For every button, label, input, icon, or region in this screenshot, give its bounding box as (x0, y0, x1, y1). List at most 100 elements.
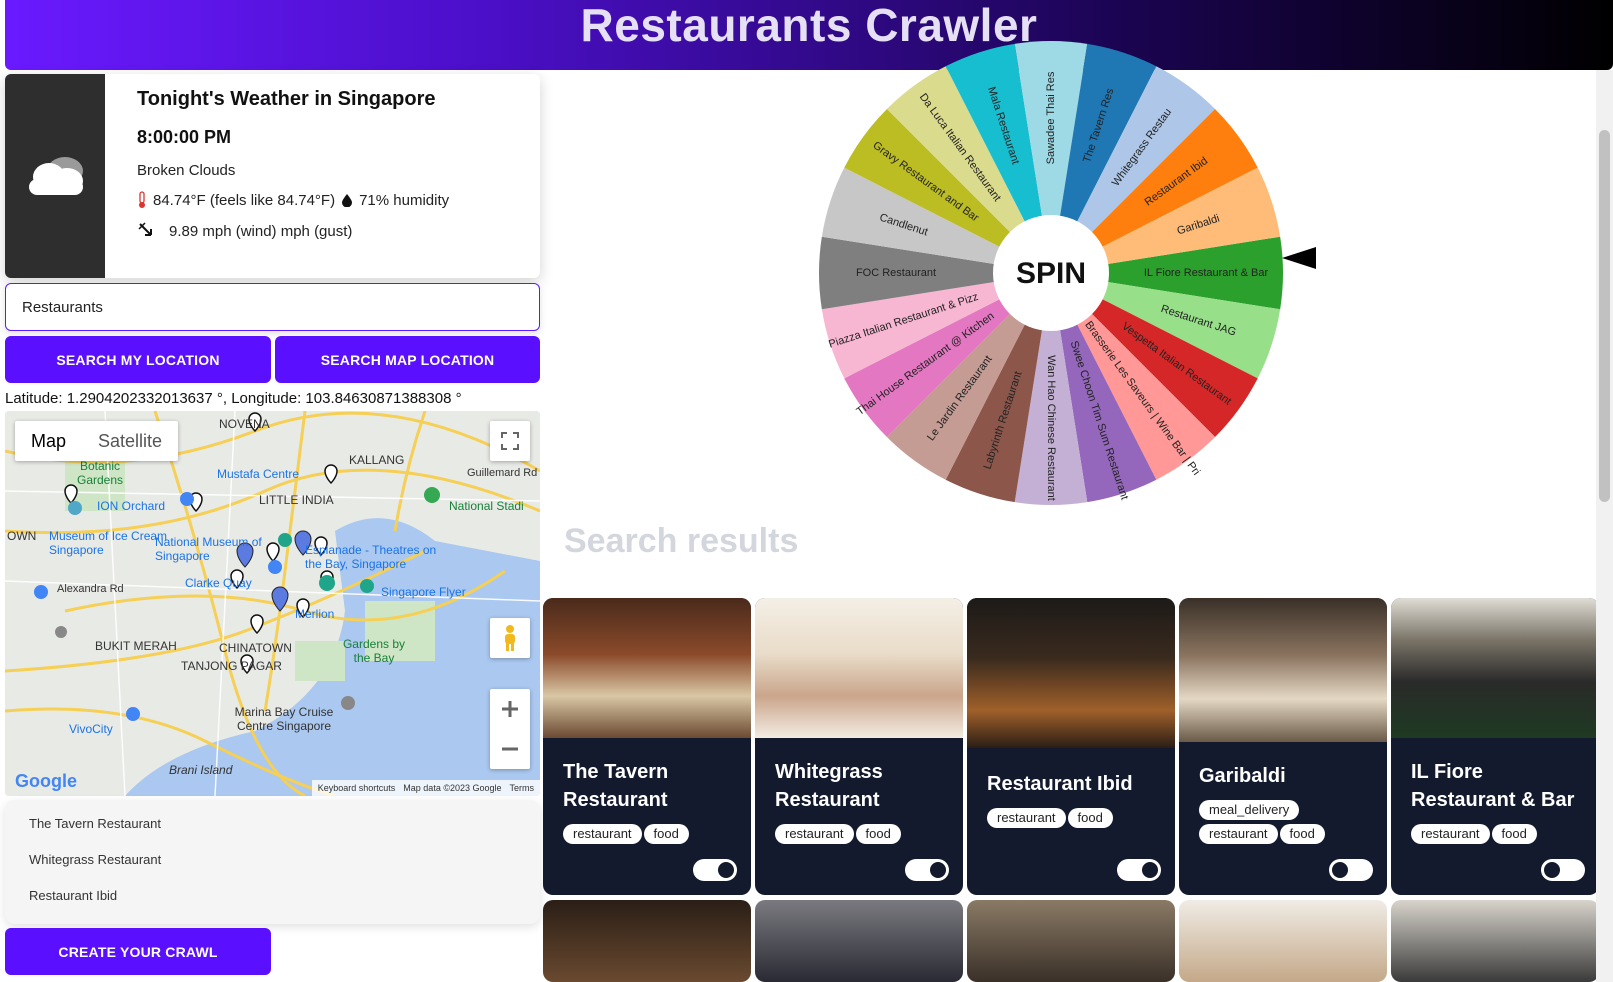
map-type-toggle: Map Satellite (15, 421, 179, 461)
restaurant-name: Restaurant Ibid (987, 773, 1133, 795)
tag-list: restaurant food (987, 808, 1167, 828)
search-input[interactable] (5, 283, 540, 331)
wheel-segment-label: IL Fiore Restaurant & Bar (1144, 267, 1269, 279)
map-label-marina: Marina Bay Cruise Centre Singapore (234, 705, 334, 733)
map-label-ion: ION Orchard (97, 499, 166, 513)
list-item[interactable]: Whitegrass Restaurant (5, 850, 540, 886)
wheel-segment-label: Sawadee Thai Res (1045, 71, 1057, 164)
map-label-guillemard: Guillemard Rd (467, 467, 538, 479)
result-card: The Tavern Restaurant restaurant food (543, 598, 751, 895)
zoom-out-button[interactable] (501, 729, 519, 769)
search-map-location-button[interactable]: SEARCH MAP LOCATION (275, 336, 540, 383)
map-label-national-stadium: National Stadi (449, 499, 524, 513)
map-label-merlion: Merlion (295, 607, 335, 621)
tag: restaurant (987, 808, 1066, 828)
wheel-pointer (1282, 247, 1316, 269)
weather-description: Broken Clouds (137, 162, 236, 179)
page-scrollbar[interactable] (1596, 70, 1613, 982)
street-view-button[interactable] (490, 618, 530, 658)
tag: meal_delivery (1199, 800, 1300, 820)
map-label-bukit-merah: BUKIT MERAH (95, 639, 177, 653)
spin-label[interactable]: SPIN (1016, 257, 1086, 290)
restaurant-name: Whitegrass Restaurant (775, 761, 883, 811)
map-label-tanjong: TANJONG PAGAR (181, 659, 282, 673)
restaurant-name: Garibaldi (1199, 765, 1286, 787)
tag: food (855, 824, 901, 844)
spin-wheel-graphic[interactable]: IL Fiore Restaurant & BarRestaurant JAGV… (818, 40, 1284, 506)
fullscreen-button[interactable] (490, 421, 530, 461)
map-label-esplanade: Esplanade - Theatres on the Bay, Singapo… (305, 543, 437, 571)
wheel-segment-label: FOC Restaurant (856, 267, 936, 279)
google-logo: Google (15, 771, 77, 791)
map-label-kallang: KALLANG (349, 453, 405, 467)
list-item[interactable]: The Tavern Restaurant (5, 814, 540, 850)
weather-icon-pane (5, 74, 105, 278)
temperature-text: 84.74°F (feels like 84.74°F) (153, 191, 336, 209)
weather-time: 8:00:00 PM (137, 127, 232, 147)
keyboard-shortcuts-link[interactable]: Keyboard shortcuts (318, 783, 396, 793)
map-type-satellite[interactable]: Satellite (82, 421, 178, 461)
zoom-in-button[interactable] (501, 689, 519, 729)
create-crawl-button[interactable]: CREATE YOUR CRAWL (5, 928, 271, 975)
restaurant-photo (967, 598, 1175, 748)
map-type-map[interactable]: Map (15, 421, 82, 461)
map-label-gardens-bay: Gardens by the Bay (342, 637, 406, 665)
tag: food (1067, 808, 1113, 828)
tag-list: restaurant food (1411, 824, 1591, 844)
result-card (1179, 900, 1387, 982)
restaurant-name: The Tavern Restaurant (563, 761, 669, 811)
plus-icon (502, 701, 518, 717)
droplet-icon (342, 194, 353, 207)
zoom-control (490, 689, 530, 769)
map-label-alexandra: Alexandra Rd (57, 583, 124, 595)
result-card: Garibaldi meal_delivery restaurant food (1179, 598, 1387, 895)
select-toggle[interactable] (1329, 859, 1373, 881)
tag-list: restaurant food (563, 824, 743, 844)
search-my-location-button[interactable]: SEARCH MY LOCATION (5, 336, 271, 383)
select-toggle[interactable] (693, 859, 737, 881)
tag-list: restaurant food (775, 824, 955, 844)
map-label-town: OWN (7, 529, 37, 543)
minus-icon (502, 747, 518, 751)
terms-link[interactable]: Terms (510, 783, 535, 793)
tag: restaurant (563, 824, 642, 844)
app-header: Restaurants Crawler (5, 0, 1613, 70)
result-card: Whitegrass Restaurant restaurant food (755, 598, 963, 895)
map-label-vivocity: VivoCity (69, 722, 113, 736)
restaurant-photo (1179, 598, 1387, 742)
cloud-icon (29, 157, 83, 195)
map[interactable]: NOVENA Botanic Gardens Mustafa Centre KA… (5, 411, 540, 796)
weather-temp-row: 84.74°F (feels like 84.74°F) 71% humidit… (137, 191, 449, 209)
selected-restaurants-list: The Tavern Restaurant Whitegrass Restaur… (5, 800, 540, 924)
tag: food (1491, 824, 1537, 844)
list-item[interactable]: Restaurant Ibid (5, 886, 540, 922)
restaurant-photo (755, 598, 963, 738)
select-toggle[interactable] (905, 859, 949, 881)
street-view-icon (505, 625, 515, 651)
map-label-mustafa: Mustafa Centre (217, 467, 300, 481)
result-card: IL Fiore Restaurant & Bar restaurant foo… (1391, 598, 1599, 895)
map-label-clarke: Clarke Quay (185, 576, 252, 590)
restaurant-name: IL Fiore Restaurant & Bar (1411, 761, 1575, 811)
coordinates-readout: Latitude: 1.2904202332013637 °, Longitud… (5, 390, 462, 407)
result-card (755, 900, 963, 982)
tag: restaurant (1199, 824, 1278, 844)
select-toggle[interactable] (1117, 859, 1161, 881)
restaurant-photo (1391, 598, 1599, 738)
select-toggle[interactable] (1541, 859, 1585, 881)
map-label-botanic: Botanic Gardens (76, 459, 124, 487)
spin-wheel[interactable]: IL Fiore Restaurant & Bar Restaurant JAG V… (818, 40, 1284, 506)
wheel-segment-label: Wan Hao Chinese Restaurant (1045, 355, 1057, 501)
tag-list: meal_delivery restaurant food (1199, 800, 1379, 844)
tag: food (643, 824, 689, 844)
map-label-little-india: LITTLE INDIA (259, 493, 334, 507)
tag: restaurant (775, 824, 854, 844)
map-label-brani: Brani Island (169, 763, 233, 777)
thermometer-icon (139, 191, 145, 208)
weather-wind-row: 9.89 mph (wind) mph (gust) (137, 221, 449, 241)
scrollbar-thumb[interactable] (1599, 130, 1610, 502)
weather-card: Tonight's Weather in Singapore 8:00:00 P… (5, 74, 540, 278)
weather-body: Tonight's Weather in Singapore 8:00:00 P… (105, 74, 449, 278)
fullscreen-icon (501, 432, 519, 450)
result-card (543, 900, 751, 982)
